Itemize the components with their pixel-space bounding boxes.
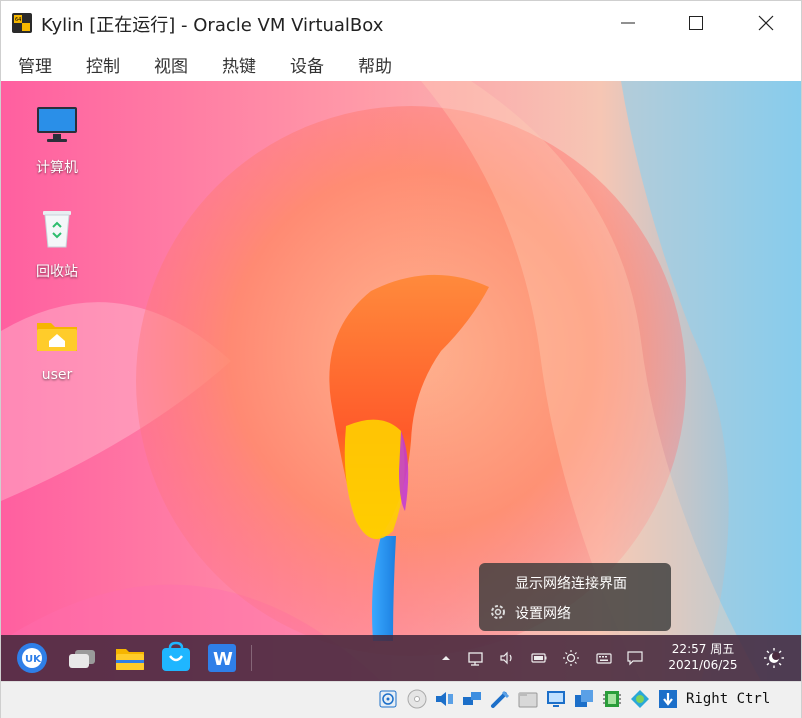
menu-manage[interactable]: 管理 [18, 52, 52, 77]
svg-text:64: 64 [15, 17, 21, 23]
menu-item-label: 设置网络 [515, 606, 571, 622]
tray-expand-arrow-icon[interactable] [437, 649, 455, 667]
desktop-icon-label: 回收站 [36, 264, 78, 280]
minimize-button[interactable] [593, 1, 663, 45]
volume-icon[interactable] [498, 649, 516, 667]
night-mode-icon[interactable] [763, 647, 785, 669]
close-icon [758, 15, 774, 31]
menu-item-network-settings[interactable]: 设置网络 [479, 597, 671, 627]
desktop-icon-user-home[interactable]: user [17, 311, 97, 383]
file-manager-icon[interactable] [113, 641, 147, 675]
maximize-icon [689, 16, 703, 30]
svg-text:W: W [213, 649, 233, 670]
wps-writer-icon[interactable]: W [205, 641, 239, 675]
gear-icon [491, 605, 505, 619]
svg-text:UK: UK [25, 654, 42, 665]
desktop-icon-label: 计算机 [36, 160, 78, 176]
network-adapter-icon[interactable] [461, 688, 483, 710]
guest-screen[interactable]: 计算机 回收站 user 显示网络连接界面 设置网络 UK W 22:57 周五… [1, 81, 801, 681]
menu-item-label: 显示网络连接界面 [515, 576, 627, 592]
desktop-wallpaper [1, 81, 801, 681]
taskbar-clock[interactable]: 22:57 周五 2021/06/25 [661, 641, 745, 673]
taskbar-divider [251, 645, 252, 671]
menu-hotkeys[interactable]: 热键 [222, 52, 256, 77]
optical-drive-icon[interactable] [406, 688, 428, 710]
recording-icon[interactable] [573, 688, 595, 710]
window-title: Kylin [正在运行] - Oracle VM VirtualBox [41, 15, 384, 36]
display-icon[interactable] [545, 688, 567, 710]
computer-icon [37, 107, 77, 142]
guest-additions-icon[interactable] [629, 688, 651, 710]
minimize-icon [621, 22, 635, 24]
shared-folders-icon[interactable] [517, 688, 539, 710]
multitask-view-icon[interactable] [65, 641, 99, 675]
usb-icon[interactable] [489, 688, 511, 710]
maximize-button[interactable] [661, 1, 731, 45]
menu-devices[interactable]: 设备 [290, 52, 324, 77]
software-store-icon[interactable] [159, 641, 193, 675]
clock-time: 22:57 周五 [671, 642, 735, 656]
clock-date: 2021/06/25 [668, 658, 738, 672]
close-button[interactable] [731, 1, 801, 45]
menu-item-show-network[interactable]: 显示网络连接界面 [479, 567, 671, 597]
title-bar[interactable]: 64 Kylin [正在运行] - Oracle VM VirtualBox [1, 1, 801, 45]
keyboard-icon[interactable] [595, 649, 613, 667]
home-folder-icon [37, 323, 77, 351]
taskbar: UK W 22:57 周五 2021/06/25 [1, 635, 801, 681]
desktop-icon-trash[interactable]: 回收站 [17, 205, 97, 281]
menu-bar: 管理 控制 视图 热键 设备 帮助 [1, 45, 801, 81]
audio-icon[interactable] [433, 688, 455, 710]
network-context-menu: 显示网络连接界面 设置网络 [479, 563, 671, 631]
host-key-label: Right Ctrl [686, 691, 771, 707]
battery-icon[interactable] [530, 649, 548, 667]
desktop-icon-computer[interactable]: 计算机 [17, 101, 97, 177]
hard-disk-icon[interactable] [377, 688, 399, 710]
desktop-icon-label: user [41, 367, 73, 383]
cpu-icon[interactable] [601, 688, 623, 710]
start-menu-icon[interactable]: UK [15, 641, 49, 675]
network-icon[interactable] [467, 649, 485, 667]
brightness-icon[interactable] [562, 649, 580, 667]
menu-help[interactable]: 帮助 [358, 52, 392, 77]
virtualbox-window: 64 Kylin [正在运行] - Oracle VM VirtualBox 管… [0, 0, 802, 718]
mouse-integration-icon[interactable] [657, 688, 679, 710]
trash-icon [43, 211, 71, 248]
virtualbox-app-icon: 64 [12, 13, 32, 33]
vm-status-bar: Right Ctrl [1, 681, 801, 718]
menu-view[interactable]: 视图 [154, 52, 188, 77]
notification-icon[interactable] [626, 649, 644, 667]
menu-control[interactable]: 控制 [86, 52, 120, 77]
